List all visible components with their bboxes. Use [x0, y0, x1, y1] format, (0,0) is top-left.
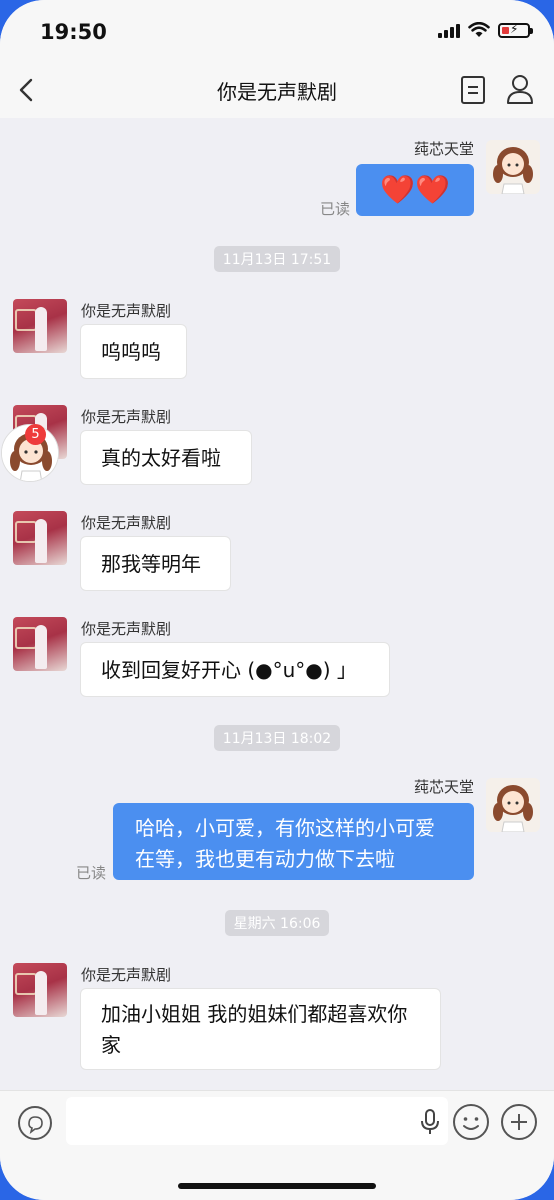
message-bubble[interactable]: 哈哈，小可爱，有你这样的小可爱在等，我也更有动力做下去啦: [113, 803, 474, 880]
sender-name: 莼芯天堂: [413, 140, 474, 158]
sender-name: 你是无声默剧: [81, 408, 172, 426]
voice-toggle-icon[interactable]: [17, 1105, 53, 1141]
signal-icon: [438, 22, 460, 38]
read-receipt: 已读: [319, 200, 350, 218]
sender-name: 你是无声默剧: [81, 514, 172, 532]
girl-avatar-icon: [486, 140, 540, 194]
girl-avatar-icon: [486, 778, 540, 832]
sender-name: 你是无声默剧: [81, 302, 172, 320]
contact-avatar[interactable]: [13, 963, 67, 1017]
message-bubble[interactable]: 那我等明年: [80, 536, 231, 591]
nav-bar: 你是无声默剧: [0, 62, 554, 118]
timestamp: 11月13日 18:02: [0, 725, 554, 751]
contact-avatar[interactable]: [13, 299, 67, 353]
timestamp: 星期六 16:06: [0, 910, 554, 936]
profile-icon[interactable]: [504, 72, 536, 106]
my-avatar[interactable]: [486, 778, 540, 832]
status-time: 19:50: [40, 20, 107, 44]
status-bar: 19:50 ⚡: [0, 0, 554, 62]
sender-name: 你是无声默剧: [81, 966, 172, 984]
home-indicator[interactable]: [178, 1183, 376, 1189]
read-receipt: 已读: [75, 864, 106, 882]
message-bubble[interactable]: 收到回复好开心 (●°u°●) 」: [80, 642, 390, 697]
microphone-icon[interactable]: [418, 1107, 442, 1137]
battery-icon: ⚡: [498, 22, 533, 38]
my-avatar[interactable]: [486, 140, 540, 194]
timestamp: 11月13日 17:51: [0, 246, 554, 272]
message-bubble[interactable]: 加油小姐姐 我的姐妹们都超喜欢你家: [80, 988, 441, 1070]
message-bubble[interactable]: 呜呜呜: [80, 324, 187, 379]
sender-name: 你是无声默剧: [81, 620, 172, 638]
message-bubble[interactable]: 真的太好看啦: [80, 430, 252, 485]
sender-name: 莼芯天堂: [413, 778, 474, 796]
phone-screen: 19:50 ⚡ 你是无声默剧 莼芯天堂 ❤️❤️ 已读 11月13日 17:51…: [0, 0, 554, 1200]
contact-avatar[interactable]: [13, 617, 67, 671]
chat-files-icon[interactable]: [458, 74, 488, 106]
wifi-icon: [468, 22, 490, 37]
plus-icon[interactable]: [500, 1103, 538, 1141]
emoji-icon[interactable]: [452, 1103, 490, 1141]
message-input[interactable]: [66, 1097, 448, 1145]
contact-avatar[interactable]: [13, 511, 67, 565]
message-bubble[interactable]: ❤️❤️: [356, 164, 474, 216]
status-icons: ⚡: [438, 22, 533, 38]
chat-area[interactable]: 莼芯天堂 ❤️❤️ 已读 11月13日 17:51 你是无声默剧 呜呜呜 你是无…: [0, 118, 554, 1090]
unread-badge: 5: [25, 424, 46, 445]
